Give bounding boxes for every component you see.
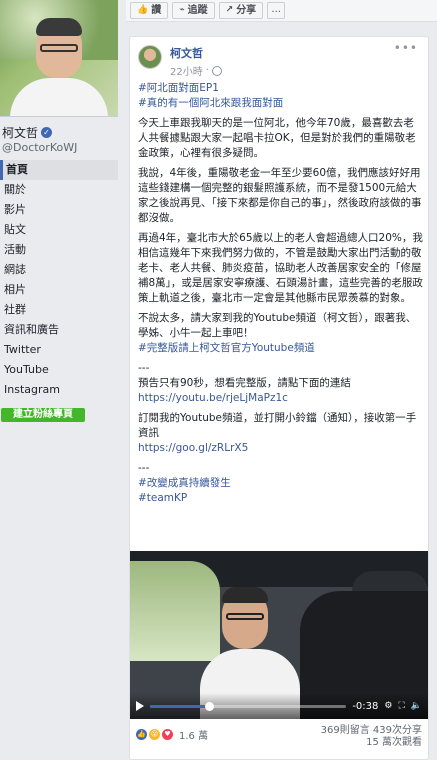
nav-item-youtube[interactable]: YouTube (0, 360, 118, 380)
page-sidebar: 柯文哲 ✓ @DoctorKoWJ 首頁 關於 影片 貼文 活動 網誌 相片 社… (0, 0, 122, 760)
play-icon[interactable] (136, 701, 144, 711)
fullscreen-icon[interactable]: ⛶ (398, 701, 404, 711)
nav-item-videos[interactable]: 影片 (0, 200, 118, 220)
post-body: #阿北面對面EP1 #真的有一個阿北來跟我面對面 今天上車跟我聊天的是一位阿北，… (138, 81, 424, 506)
separator: --- (138, 462, 150, 474)
post-author[interactable]: 柯文哲 (170, 45, 203, 61)
create-page-button[interactable]: 建立粉絲專頁 (1, 408, 85, 422)
video-link[interactable]: https://youtu.be/rjeLjMaPz1c (138, 391, 424, 406)
page-handle: @DoctorKoWJ (2, 141, 78, 154)
post-meta: 22小時 · (170, 63, 222, 78)
video-controls: -0:38 ⚙ ⛶ 🔈 (130, 693, 428, 719)
nav-item-photos[interactable]: 相片 (0, 280, 118, 300)
hashtag[interactable]: #完整版請上柯文哲官方Youtube頻道 (138, 341, 424, 356)
profile-photo[interactable] (0, 0, 118, 117)
rss-icon: ⌁ (179, 5, 185, 15)
views-count: 15 萬次觀看 (366, 737, 422, 748)
thumbs-up-icon: 👍 (137, 5, 149, 15)
volume-icon[interactable]: 🔈 (411, 701, 422, 711)
hashtag[interactable]: #阿北面對面EP1 (138, 81, 424, 96)
nav-item-home[interactable]: 首頁 (0, 160, 118, 180)
verified-badge-icon: ✓ (41, 127, 53, 138)
page-action-bar: 👍 讚 ⌁ 追蹤 ↗ 分享 ... (126, 0, 437, 22)
globe-icon (211, 65, 222, 76)
separator: --- (138, 362, 150, 374)
like-page-button[interactable]: 👍 讚 (130, 2, 169, 19)
nav-item-instagram[interactable]: Instagram (0, 380, 118, 400)
hashtag[interactable]: #真的有一個阿北來跟我面對面 (138, 96, 424, 111)
post-paragraph: 訂閱我的Youtube頻道，並打開小鈴鐺（通知），接收第一手資訊 (138, 412, 417, 439)
subscribe-link[interactable]: https://goo.gl/zRLrX5 (138, 441, 424, 456)
nav-item-community[interactable]: 社群 (0, 300, 118, 320)
settings-icon[interactable]: ⚙ (384, 701, 392, 711)
post-paragraph: 不說太多，請大家到我的Youtube頻道（柯文哲），跟著我、學姊、小牛一起上車吧… (138, 312, 417, 339)
reactions-count: 1.6 萬 (179, 731, 209, 742)
video-player[interactable]: -0:38 ⚙ ⛶ 🔈 (130, 551, 428, 719)
nav-item-events[interactable]: 活動 (0, 240, 118, 260)
post-paragraph: 我說，4年後，重陽敬老金一年至少要60億，我們應該好好用這些錢建構一個完整的銀髮… (138, 167, 422, 224)
share-page-button[interactable]: ↗ 分享 (218, 2, 264, 19)
nav-item-notes[interactable]: 網誌 (0, 260, 118, 280)
post-options-icon[interactable]: ••• (394, 41, 418, 55)
post-time[interactable]: 22小時 (170, 63, 203, 78)
post-paragraph: 今天上車跟我聊天的是一位阿北，他今年70歲，最喜歡去老人共餐據點跟大家一起唱卡拉… (138, 117, 416, 159)
love-reaction-icon: ♥ (162, 729, 173, 740)
shares-count[interactable]: 439次分享 (373, 725, 422, 736)
author-avatar[interactable] (138, 45, 162, 69)
hashtag[interactable]: #改變成真持續發生 (138, 476, 424, 491)
comments-count[interactable]: 369則留言 (321, 725, 370, 736)
like-reaction-icon: 👍 (136, 729, 147, 740)
reactions-summary[interactable]: 👍 😮 ♥ 1.6 萬 (136, 727, 208, 742)
more-options-button[interactable]: ... (267, 2, 286, 19)
post-paragraph: 再過4年，臺北市大於65歲以上的老人會超過總人口20%，我相信這幾年下來我們努力… (138, 232, 423, 304)
page-nav: 首頁 關於 影片 貼文 活動 網誌 相片 社群 資訊和廣告 Twitter Yo… (0, 160, 118, 400)
post-stats: 369則留言 439次分享 15 萬次觀看 (321, 725, 422, 749)
wow-reaction-icon: 😮 (149, 729, 160, 740)
post-card: 柯文哲 22小時 · ••• #阿北面對面EP1 #真的有一個阿北來跟我面對面 … (129, 36, 429, 760)
video-time-remaining: -0:38 (352, 700, 379, 712)
nav-item-posts[interactable]: 貼文 (0, 220, 118, 240)
follow-button[interactable]: ⌁ 追蹤 (172, 2, 215, 19)
post-paragraph: 預告只有90秒，想看完整版，請點下面的連結 (138, 377, 351, 389)
share-arrow-icon: ↗ (225, 5, 234, 15)
page-name[interactable]: 柯文哲 ✓ (2, 124, 53, 141)
post-footer: 👍 😮 ♥ 1.6 萬 369則留言 439次分享 15 萬次觀看 (130, 723, 428, 759)
progress-knob[interactable] (204, 701, 214, 711)
hashtag[interactable]: #teamKP (138, 491, 424, 506)
video-progress-bar[interactable] (150, 701, 347, 711)
nav-item-about[interactable]: 關於 (0, 180, 118, 200)
nav-item-info-ads[interactable]: 資訊和廣告 (0, 320, 118, 340)
nav-item-twitter[interactable]: Twitter (0, 340, 118, 360)
